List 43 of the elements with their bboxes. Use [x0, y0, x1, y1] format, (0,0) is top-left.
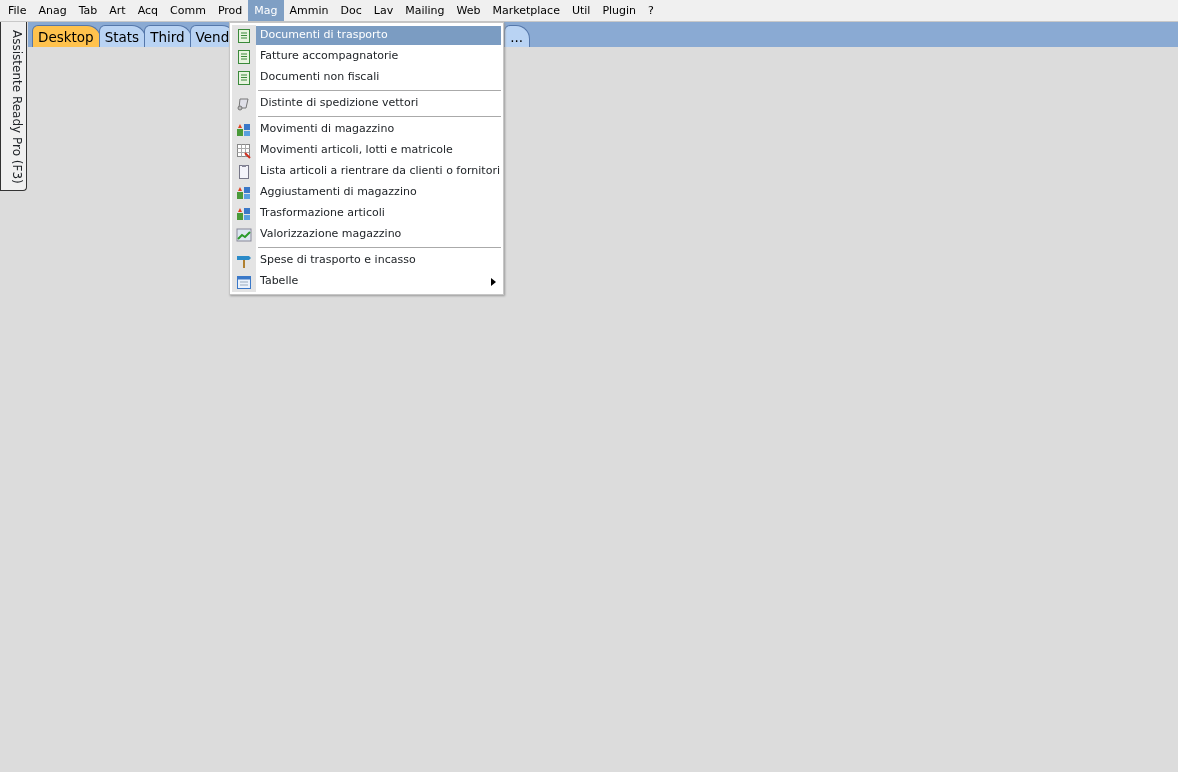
- tab[interactable]: Stats: [98, 25, 147, 47]
- menu-bar-item[interactable]: Tab: [72, 0, 104, 21]
- grid-icon: [236, 142, 252, 159]
- menu-bar-item[interactable]: File: [2, 0, 33, 21]
- tab[interactable]: Third: [144, 25, 192, 47]
- menu-bar-item[interactable]: Marketplace: [486, 0, 566, 21]
- menu-item[interactable]: Documenti non fiscali: [256, 68, 501, 87]
- menu-item[interactable]: Tabelle: [256, 272, 501, 291]
- menu-item[interactable]: Fatture accompagnatorie: [256, 47, 501, 66]
- chart-icon: [236, 226, 252, 243]
- menu-item[interactable]: Lista articoli a rientrare da clienti o fornitori: [256, 162, 501, 181]
- assistant-side-tab[interactable]: Assistente Ready Pro (F3): [0, 22, 27, 191]
- menu-item[interactable]: Movimenti di magazzino: [256, 120, 501, 139]
- clipboard-icon: [236, 163, 252, 180]
- menu-item[interactable]: Distinte di spedizione vettori: [256, 94, 501, 113]
- menu-bar-item[interactable]: Prod: [211, 0, 249, 21]
- menu-item[interactable]: Trasformazione articoli: [256, 204, 501, 223]
- menu-item[interactable]: Valorizzazione magazzino: [256, 225, 501, 244]
- menu-item[interactable]: Movimenti articoli, lotti e matricole: [256, 141, 501, 160]
- document-icon: [236, 27, 252, 44]
- menu-bar-item[interactable]: Web: [450, 0, 487, 21]
- menu-bar-item[interactable]: Plugin: [596, 0, 643, 21]
- menu-bar-item[interactable]: Util: [565, 0, 597, 21]
- document-icon: [236, 69, 252, 86]
- boxes-arrows-icon: [236, 205, 252, 222]
- menu-item[interactable]: Aggiustamenti di magazzino: [256, 183, 501, 202]
- menu-bar-item[interactable]: Acq: [131, 0, 165, 21]
- menu-bar-item[interactable]: ?: [642, 0, 660, 21]
- scroll-icon: [236, 95, 252, 112]
- menu-bar-item[interactable]: Art: [103, 0, 132, 21]
- tab[interactable]: Desktop: [32, 25, 101, 47]
- menu-item[interactable]: Spese di trasporto e incasso: [256, 251, 501, 270]
- tab[interactable]: ...: [504, 25, 531, 47]
- menu-bar-item[interactable]: Comm: [164, 0, 212, 21]
- menu-bar-item[interactable]: Mailing: [399, 0, 451, 21]
- menu-bar-item[interactable]: Lav: [367, 0, 400, 21]
- menu-bar-item[interactable]: Anag: [32, 0, 73, 21]
- menu-bar-item[interactable]: Ammin: [283, 0, 335, 21]
- document-icon: [236, 48, 252, 65]
- menu-bar-item[interactable]: Doc: [334, 0, 368, 21]
- boxes-arrows-icon: [236, 184, 252, 201]
- boxes-arrows-icon: [236, 121, 252, 138]
- calendar-icon: [236, 273, 252, 290]
